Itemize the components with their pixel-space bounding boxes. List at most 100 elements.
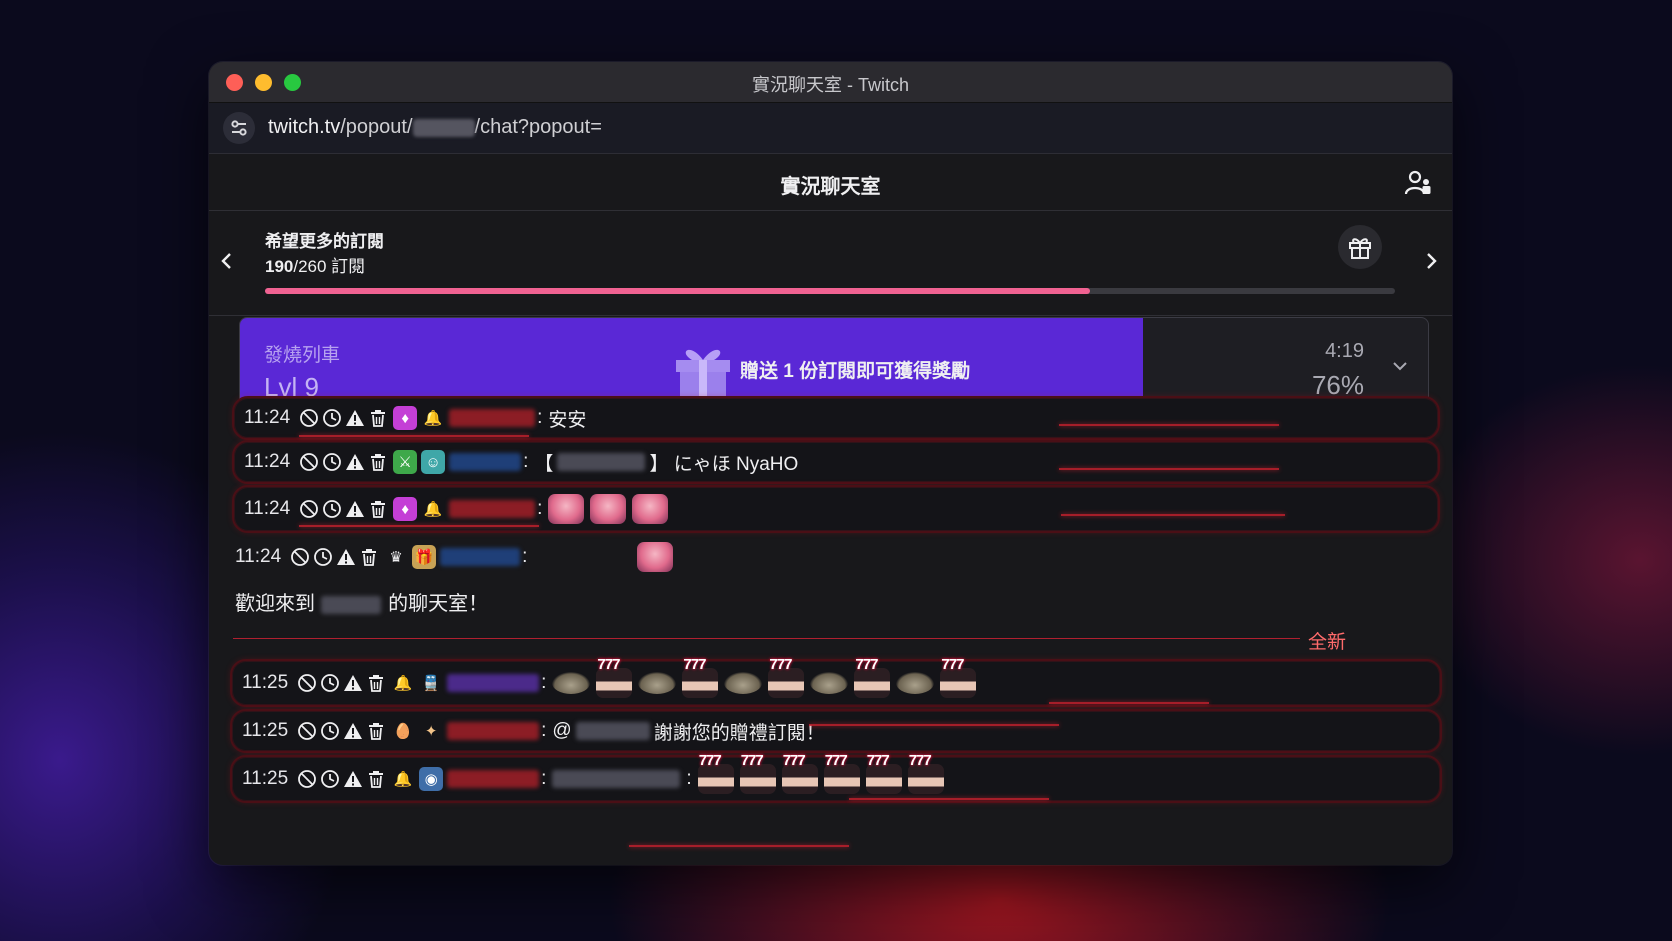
- mod-tools: [296, 768, 387, 790]
- message-text-after: 謝謝您的贈禮訂閱！: [653, 722, 825, 744]
- timeout-icon[interactable]: [321, 498, 343, 520]
- site-settings-icon[interactable]: [223, 112, 255, 144]
- emote: [632, 494, 669, 524]
- alert-glow-line: [809, 724, 1059, 726]
- emote: [865, 752, 902, 794]
- robot-badge-icon: ☺: [421, 450, 446, 474]
- delete-icon[interactable]: [367, 407, 389, 429]
- mod-tools: [298, 498, 389, 520]
- chat-message[interactable]: 11:24 ♛ 🎁 :: [225, 535, 1429, 579]
- ban-icon[interactable]: [298, 498, 320, 520]
- gift-button[interactable]: [1338, 225, 1382, 269]
- warning-icon[interactable]: [342, 672, 364, 694]
- message-text-open: 【: [534, 453, 554, 475]
- message-time: 11:25: [242, 720, 289, 741]
- ban-icon[interactable]: [298, 451, 320, 473]
- browser-window: 實況聊天室 - Twitch twitch.tv/popout/ /chat?po…: [209, 62, 1452, 865]
- delete-icon[interactable]: [358, 546, 380, 568]
- redacted-username: [449, 409, 536, 427]
- hype-train-message: 贈送 1 份訂閱即可獲得獎勵: [740, 361, 971, 382]
- ban-icon[interactable]: [296, 720, 318, 742]
- gift-badge-icon: 🎁: [412, 545, 437, 569]
- emote: [637, 542, 674, 572]
- message-text-before: @: [552, 720, 572, 741]
- mod-tools: [296, 672, 387, 694]
- window-title: 實況聊天室 - Twitch: [751, 75, 909, 95]
- redacted-channel: [412, 118, 475, 137]
- redacted-username: [447, 722, 540, 740]
- chat-message[interactable]: 11:25 🔔 ◉ : :: [230, 752, 1442, 803]
- delete-icon[interactable]: [367, 451, 389, 473]
- delete-icon[interactable]: [365, 768, 387, 790]
- welcome-message: 歡迎來到 的聊天室！: [235, 587, 488, 616]
- chat-header: 實況聊天室: [209, 154, 1452, 211]
- ban-icon[interactable]: [298, 407, 320, 429]
- address-bar[interactable]: twitch.tv/popout/ /chat?popout=: [209, 103, 1452, 154]
- delete-icon[interactable]: [365, 720, 387, 742]
- ban-icon[interactable]: [296, 672, 318, 694]
- alert-glow-line: [1061, 514, 1285, 516]
- welcome-after: 的聊天室！: [388, 593, 489, 615]
- ban-icon[interactable]: [296, 768, 318, 790]
- chat-title: 實況聊天室: [780, 176, 881, 198]
- url-path-start: /popout/: [340, 116, 413, 138]
- timeout-icon[interactable]: [312, 546, 334, 568]
- goal-progress-bar: [265, 288, 1395, 294]
- mod-tools: [298, 451, 389, 473]
- emote: [810, 672, 849, 694]
- url-host: twitch.tv: [268, 116, 341, 138]
- sub-goal-panel: 希望更多的訂閱 190/260 訂閱: [209, 211, 1452, 316]
- redacted-text: [557, 453, 646, 471]
- welcome-before: 歡迎來到: [235, 593, 315, 615]
- emote: [548, 494, 585, 524]
- alert-glow-line: [1059, 424, 1279, 426]
- timeout-icon[interactable]: [319, 672, 341, 694]
- gift-icon: [1349, 238, 1371, 259]
- emote: [682, 656, 719, 698]
- timeout-icon[interactable]: [319, 768, 341, 790]
- community-icon[interactable]: [1404, 168, 1434, 198]
- bell-badge-icon: 🔔: [423, 410, 443, 427]
- chat-message[interactable]: 11:25 🔔 🚆 :: [230, 656, 1442, 707]
- chevron-down-icon[interactable]: [1390, 356, 1410, 376]
- subscriber-badge-icon: ♦: [393, 406, 418, 430]
- alert-glow-line: [299, 525, 539, 527]
- previous-arrow-icon[interactable]: [213, 243, 241, 279]
- emote: [823, 752, 860, 794]
- warning-icon[interactable]: [344, 498, 366, 520]
- alert-glow-line: [629, 845, 849, 847]
- url-text[interactable]: twitch.tv/popout/ /chat?popout=: [268, 116, 602, 139]
- planet-badge-icon: ◉: [419, 767, 444, 791]
- train-badge-icon: 🚆: [421, 675, 441, 692]
- alert-glow-line: [1059, 468, 1279, 470]
- delete-icon[interactable]: [365, 672, 387, 694]
- redacted-username: [447, 674, 540, 692]
- delete-icon[interactable]: [367, 498, 389, 520]
- message-time: 11:24: [244, 407, 291, 428]
- warning-icon[interactable]: [344, 451, 366, 473]
- redacted-username: [447, 770, 540, 788]
- new-messages-divider: [233, 638, 1300, 639]
- goal-progress-fill: [265, 288, 1090, 294]
- warning-icon[interactable]: [335, 546, 357, 568]
- alert-glow-line: [1049, 702, 1209, 704]
- warning-icon[interactable]: [342, 720, 364, 742]
- warning-icon[interactable]: [342, 768, 364, 790]
- message-time: 11:24: [244, 451, 291, 472]
- emote: [896, 672, 935, 694]
- ban-icon[interactable]: [289, 546, 311, 568]
- redacted-mention: [575, 722, 650, 740]
- goal-current: 190: [265, 257, 294, 276]
- redacted-username: [440, 548, 521, 566]
- timeout-icon[interactable]: [321, 451, 343, 473]
- goal-count: 190/260 訂閱: [265, 252, 365, 277]
- bell-badge-icon: 🔔: [393, 771, 413, 788]
- redacted-channel: [320, 595, 381, 614]
- timeout-icon[interactable]: [321, 407, 343, 429]
- chat-message[interactable]: 11:24 ⚔ ☺ : 【 】 にゃほ NyaHO: [232, 440, 1440, 484]
- chat-message[interactable]: 11:24 ♦ 🔔 : 安安: [232, 396, 1440, 440]
- chat-message[interactable]: 11:25 🥚 ✦ : @ 謝謝您的贈禮訂閱！: [230, 709, 1442, 753]
- next-arrow-icon[interactable]: [1417, 243, 1445, 279]
- warning-icon[interactable]: [344, 407, 366, 429]
- timeout-icon[interactable]: [319, 720, 341, 742]
